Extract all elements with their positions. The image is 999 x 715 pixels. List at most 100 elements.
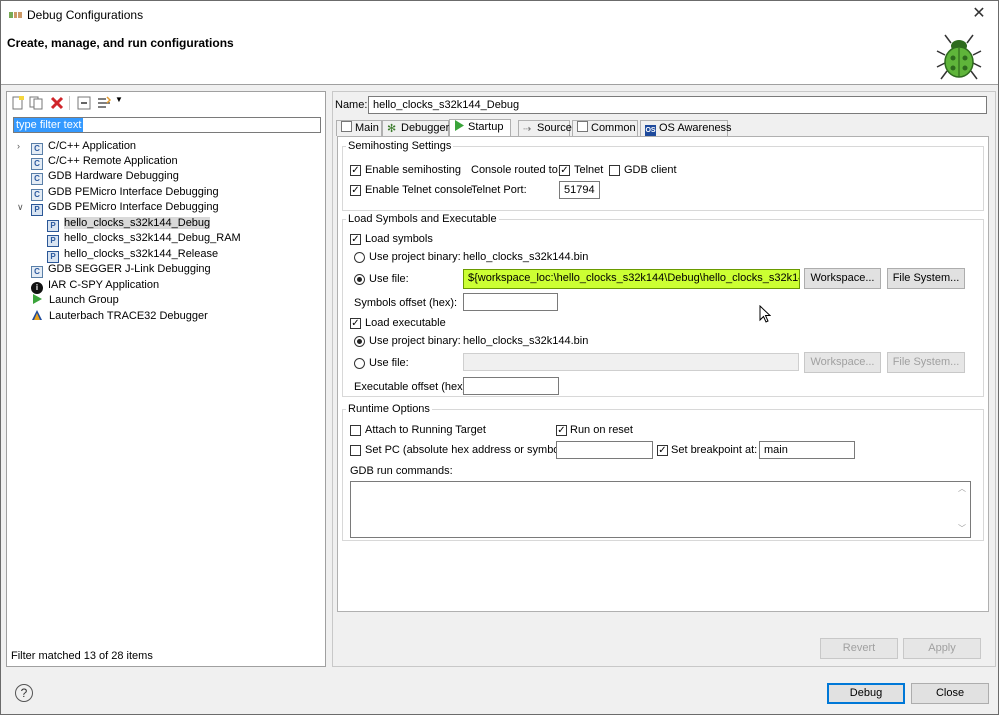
window-title: Debug Configurations <box>27 8 144 22</box>
bug-icon <box>936 34 982 80</box>
gdb-run-commands-label: GDB run commands: <box>350 465 453 477</box>
help-icon[interactable]: ? <box>15 684 33 702</box>
debug-configurations-window: Debug Configurations ✕ Create, manage, a… <box>0 0 999 715</box>
tab-os-awareness[interactable]: OS OS Awareness <box>640 120 732 136</box>
startup-play-icon <box>455 120 464 131</box>
apply-button[interactable]: Apply <box>903 638 981 659</box>
filter-menu-chevron-down-icon[interactable]: ▼ <box>115 95 123 104</box>
configuration-editor-panel: Name: hello_clocks_s32k144_Debug Main ✻ D… <box>332 91 996 667</box>
delete-icon[interactable] <box>50 96 64 110</box>
telnet-label: Telnet <box>574 164 604 176</box>
symbols-filesystem-button[interactable]: File System... <box>887 268 965 289</box>
pemicro-icon: P <box>47 235 59 247</box>
load-executable-checkbox[interactable]: ✓ <box>350 318 361 329</box>
exec-use-project-binary-radio[interactable] <box>354 336 365 347</box>
dialog-header: Create, manage, and run configurations <box>1 29 998 85</box>
telnet-checkbox[interactable]: ✓ <box>559 165 570 176</box>
console-routed-label: Console routed to: <box>471 164 561 176</box>
duplicate-icon[interactable] <box>29 96 43 110</box>
gdb-run-commands-textarea[interactable] <box>350 481 971 538</box>
set-pc-checkbox[interactable] <box>350 445 361 456</box>
set-breakpoint-label: Set breakpoint at: <box>671 444 758 456</box>
debug-button[interactable]: Debug <box>827 683 905 704</box>
source-tab-icon: ⇢ <box>523 124 532 135</box>
enable-semihosting-checkbox[interactable]: ✓ <box>350 165 361 176</box>
exec-workspace-button[interactable]: Workspace... <box>804 352 881 373</box>
configuration-tree-panel: ▼ type filter text › C C/C++ Application … <box>6 91 326 667</box>
exec-use-file-radio[interactable] <box>354 358 365 369</box>
runtime-options-title: Runtime Options <box>346 403 432 415</box>
title-bar: Debug Configurations ✕ <box>1 1 998 29</box>
set-breakpoint-checkbox[interactable]: ✓ <box>657 445 668 456</box>
tab-startup[interactable]: Startup <box>449 119 511 136</box>
run-on-reset-checkbox[interactable]: ✓ <box>556 425 567 436</box>
tree-item-hello-clocks-debug[interactable]: Phello_clocks_s32k144_Debug <box>47 216 211 232</box>
exec-use-project-binary-label: Use project binary: <box>369 335 461 347</box>
c-config-icon: C <box>31 173 43 185</box>
tree-item-gdb-hardware-debugging[interactable]: C GDB Hardware Debugging <box>31 169 179 185</box>
launch-play-icon <box>33 294 42 304</box>
attach-running-target-label: Attach to Running Target <box>365 424 486 436</box>
exec-file-field[interactable] <box>463 353 799 371</box>
debug-app-icon <box>9 12 22 18</box>
exec-project-binary-value: hello_clocks_s32k144.bin <box>463 335 589 347</box>
gdb-client-checkbox[interactable] <box>609 165 620 176</box>
telnet-port-field[interactable]: 51794 <box>559 181 600 199</box>
tab-main[interactable]: Main <box>336 120 382 136</box>
run-on-reset-label: Run on reset <box>570 424 633 436</box>
tree-item-hello-clocks-release[interactable]: Phello_clocks_s32k144_Release <box>47 247 218 263</box>
new-configuration-icon[interactable] <box>11 96 25 110</box>
close-window-icon[interactable]: ✕ <box>967 4 991 26</box>
close-button[interactable]: Close <box>911 683 989 704</box>
filter-status: Filter matched 13 of 28 items <box>11 650 153 662</box>
exec-offset-label: Executable offset (hex): <box>354 381 470 393</box>
scroll-down-icon[interactable]: ﹀ <box>958 523 966 534</box>
tree-item-gdb-segger[interactable]: C GDB SEGGER J-Link Debugging <box>31 262 211 278</box>
tab-common[interactable]: Common <box>572 120 638 136</box>
toolbar-divider <box>69 96 70 110</box>
filter-icon[interactable] <box>97 96 111 110</box>
pemicro-icon: P <box>31 204 43 216</box>
main-tab-icon <box>341 121 352 132</box>
chevron-down-icon[interactable]: ∨ <box>17 202 24 213</box>
chevron-right-icon[interactable]: › <box>17 141 20 151</box>
lauterbach-icon <box>32 310 42 320</box>
gdb-client-label: GDB client <box>624 164 677 176</box>
tree-item-cpp-application[interactable]: C C/C++ Application <box>31 139 136 155</box>
use-project-binary-radio[interactable] <box>354 252 365 263</box>
enable-semihosting-label: Enable semihosting <box>365 164 462 176</box>
revert-button[interactable]: Revert <box>820 638 898 659</box>
tree-item-iar-cspy[interactable]: i IAR C-SPY Application <box>31 278 159 294</box>
exec-offset-field[interactable] <box>463 377 559 395</box>
tree-item-hello-clocks-debug-ram[interactable]: Phello_clocks_s32k144_Debug_RAM <box>47 231 241 247</box>
scroll-up-icon[interactable]: ︿ <box>958 483 966 494</box>
symbols-file-field[interactable]: ${workspace_loc:\hello_clocks_s32k144\De… <box>463 269 800 289</box>
filter-input[interactable]: type filter text <box>13 117 321 133</box>
telnet-port-label: Telnet Port: <box>471 184 527 196</box>
tree-item-gdb-pemicro-2[interactable]: P GDB PEMicro Interface Debugging <box>31 200 219 216</box>
tab-debugger[interactable]: ✻ Debugger <box>382 120 449 136</box>
symbols-offset-field[interactable] <box>463 293 558 311</box>
exec-filesystem-button[interactable]: File System... <box>887 352 965 373</box>
tree-item-lauterbach[interactable]: Lauterbach TRACE32 Debugger <box>31 309 208 324</box>
use-file-radio[interactable] <box>354 274 365 285</box>
startup-tab-content: Semihosting Settings ✓ Enable semihostin… <box>337 136 989 612</box>
mouse-cursor-icon <box>759 305 771 323</box>
c-config-icon: C <box>31 266 43 278</box>
tree-item-gdb-pemicro-1[interactable]: C GDB PEMicro Interface Debugging <box>31 185 219 201</box>
tab-source[interactable]: ⇢ Source <box>518 120 572 136</box>
tree-item-cpp-remote-application[interactable]: C C/C++ Remote Application <box>31 154 178 170</box>
enable-telnet-console-checkbox[interactable]: ✓ <box>350 185 361 196</box>
filter-text: type filter text <box>14 118 84 132</box>
use-project-binary-label: Use project binary: <box>369 251 461 263</box>
name-field[interactable]: hello_clocks_s32k144_Debug <box>368 96 987 114</box>
breakpoint-field[interactable]: main <box>759 441 855 459</box>
load-symbols-checkbox[interactable]: ✓ <box>350 234 361 245</box>
tree-item-launch-group[interactable]: Launch Group <box>31 293 119 308</box>
set-pc-field[interactable] <box>556 441 653 459</box>
attach-running-target-checkbox[interactable] <box>350 425 361 436</box>
os-awareness-tab-icon: OS <box>645 125 656 136</box>
symbols-workspace-button[interactable]: Workspace... <box>804 268 881 289</box>
collapse-all-icon[interactable] <box>77 96 91 110</box>
common-tab-icon <box>577 121 588 132</box>
